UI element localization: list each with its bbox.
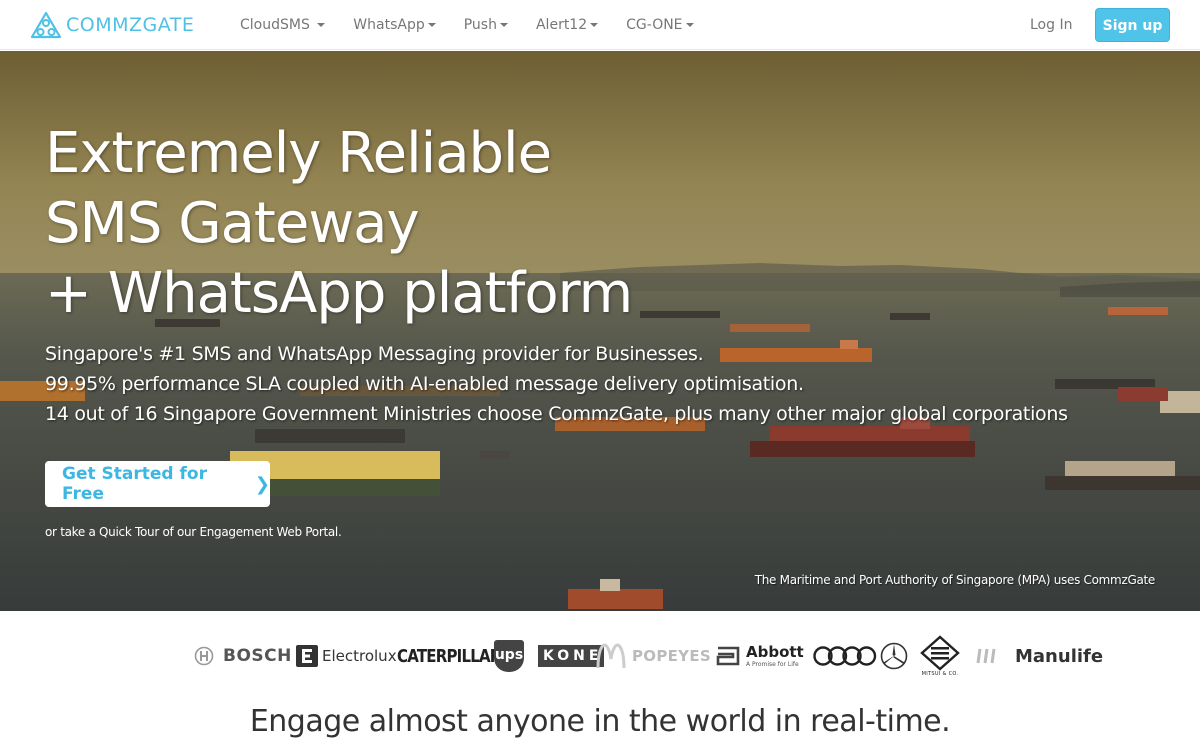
electrolux-logo: Electrolux (296, 611, 397, 701)
hero-title-line: SMS Gateway (45, 191, 420, 256)
hero-sub-line: Singapore's #1 SMS and WhatsApp Messagin… (45, 343, 704, 365)
audi-rings-icon (813, 646, 877, 666)
bosch-text: BOSCH (223, 646, 292, 666)
abbott-wordmark: Abbott A Promise for Life (746, 642, 804, 668)
electrolux-text: Electrolux (322, 647, 397, 665)
brand-logo[interactable]: COMMZGATE (30, 11, 194, 39)
mitsui-mark: MITSUI & CO. (918, 635, 962, 677)
hero-sub-line: 14 out of 16 Singapore Government Minist… (45, 403, 1068, 425)
ups-logo: ups (494, 611, 524, 701)
abbott-icon (716, 646, 740, 666)
hero-subtitle: Singapore's #1 SMS and WhatsApp Messagin… (45, 339, 1068, 429)
nav-whatsapp-label: WhatsApp (353, 17, 425, 33)
signup-button[interactable]: Sign up (1095, 8, 1170, 42)
brand-name: COMMZGATE (66, 14, 195, 36)
mercedes-logo (880, 611, 908, 701)
hero-sub-line: 99.95% performance SLA coupled with AI-e… (45, 373, 804, 395)
login-link[interactable]: Log In (1030, 0, 1072, 50)
kone-text: KONE (538, 645, 605, 667)
commzgate-logo-icon (30, 11, 62, 39)
nav-alert12[interactable]: Alert12 (522, 0, 612, 50)
hero-title-line: Extremely Reliable (45, 121, 552, 186)
chevron-right-icon: ❯ (254, 473, 270, 495)
section-tagline: Engage almost anyone in the world in rea… (249, 704, 951, 739)
mitsui-icon (920, 635, 960, 671)
nav-push[interactable]: Push (450, 0, 522, 50)
popeyes-text: POPEYES (632, 647, 711, 665)
stripes-icon (976, 648, 996, 664)
mitsui-logo: MITSUI & CO. (918, 611, 962, 701)
mercedes-star-icon (880, 642, 908, 670)
nav-cg-one[interactable]: CG-ONE (612, 0, 707, 50)
get-started-button[interactable]: Get Started for Free ❯ (45, 461, 270, 507)
caterpillar-logo: CATERPILLAR (397, 611, 501, 701)
audi-logo (813, 611, 877, 701)
manulife-logo: Manulife (1015, 611, 1103, 701)
hero-title-line: + WhatsApp platform (45, 261, 633, 326)
image-caption: The Maritime and Port Authority of Singa… (754, 573, 1156, 587)
abbott-text: Abbott (746, 642, 804, 661)
nav-cloudsms-label: CloudSMS (240, 17, 310, 33)
bosch-armature-icon (194, 646, 214, 666)
top-navbar: COMMZGATE CloudSMS WhatsApp Push Alert12… (0, 0, 1200, 50)
hero-banner: Extremely Reliable SMS Gateway + WhatsAp… (0, 51, 1200, 611)
mitsui-text: MITSUI & CO. (921, 671, 959, 677)
electrolux-icon (296, 645, 318, 667)
manulife-text: Manulife (1015, 645, 1104, 667)
popeyes-logo: POPEYES (632, 611, 711, 701)
bosch-logo: BOSCH (194, 611, 292, 701)
nav-alert12-label: Alert12 (535, 17, 588, 33)
mcdonalds-logo (596, 611, 626, 701)
caret-down-icon (427, 23, 436, 27)
main-menu: CloudSMS WhatsApp Push Alert12 CG-ONE (226, 0, 708, 50)
golden-arches-icon (596, 643, 626, 669)
caret-down-icon (317, 23, 326, 27)
caret-down-icon (499, 23, 508, 27)
caret-down-icon (590, 23, 599, 27)
abbott-tagline: A Promise for Life (746, 660, 799, 668)
nav-push-label: Push (463, 17, 497, 33)
philips-logo (975, 611, 997, 701)
client-logos-strip: BOSCH Electrolux CATERPILLAR ups KONE PO… (0, 611, 1200, 701)
kone-logo: KONE (538, 611, 605, 701)
nav-cg-one-label: CG-ONE (626, 17, 683, 33)
get-started-label: Get Started for Free (62, 464, 207, 504)
nav-whatsapp[interactable]: WhatsApp (339, 0, 449, 50)
nav-cloudsms[interactable]: CloudSMS (226, 0, 339, 50)
quick-tour-link[interactable]: or take a Quick Tour of our Engagement W… (45, 525, 342, 539)
hero-title: Extremely Reliable SMS Gateway + WhatsAp… (45, 119, 633, 329)
ups-text: ups (494, 640, 524, 672)
caret-down-icon (685, 23, 694, 27)
caterpillar-text: CATERPILLAR (397, 645, 501, 667)
abbott-logo: Abbott A Promise for Life (716, 611, 804, 701)
